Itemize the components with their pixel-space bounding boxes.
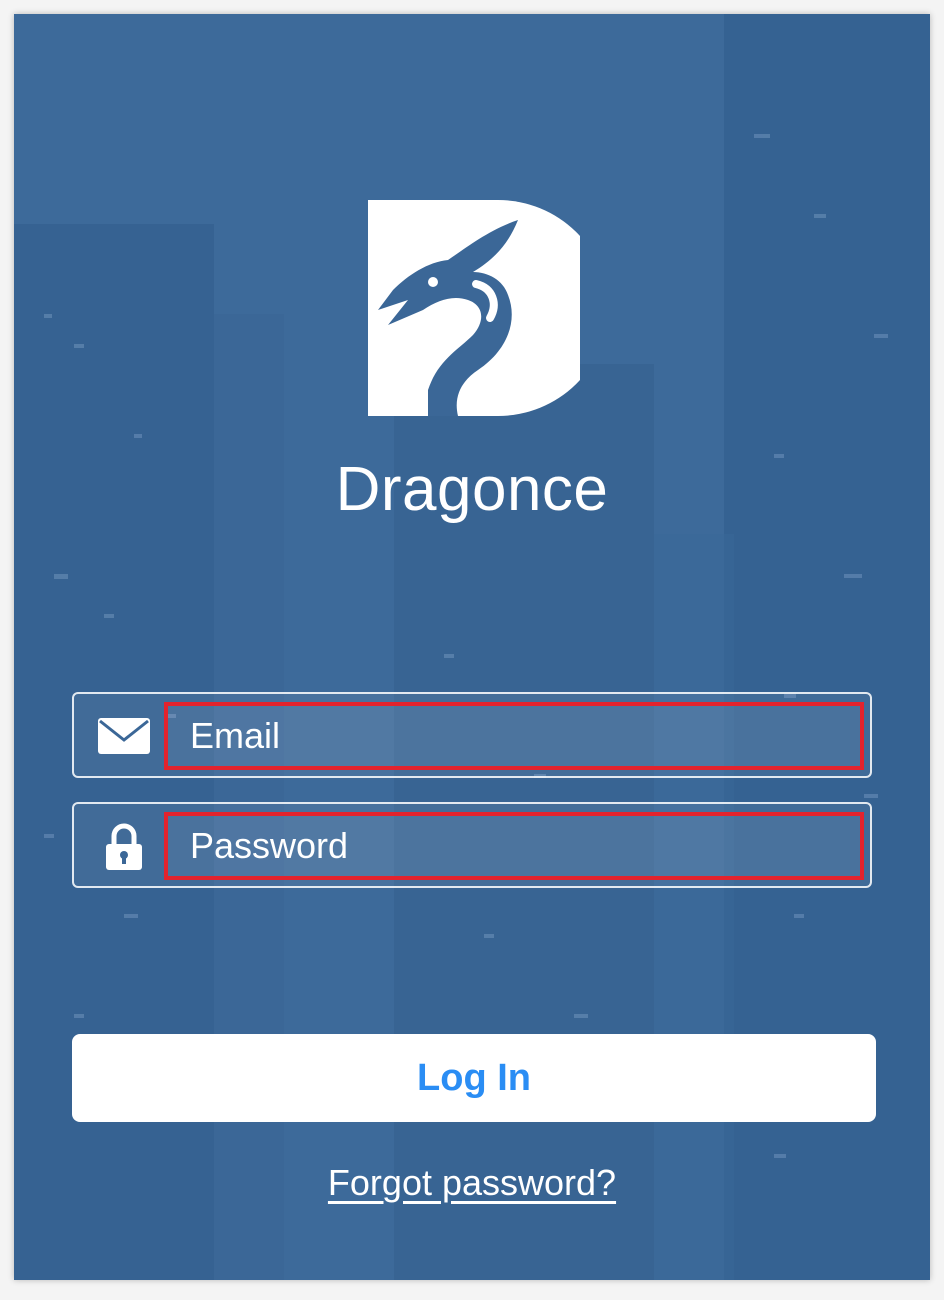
app-name: Dragonce	[335, 455, 609, 524]
password-input-highlight	[164, 812, 864, 880]
email-field	[72, 692, 872, 778]
password-field	[72, 802, 872, 888]
login-window: Dragonce Log In Forgot password?	[14, 14, 930, 1280]
forgot-password-link[interactable]: Forgot password?	[14, 1162, 930, 1204]
envelope-icon	[98, 718, 150, 754]
email-input-highlight	[164, 702, 864, 770]
lock-icon	[106, 823, 142, 870]
password-input[interactable]	[168, 816, 860, 876]
login-button[interactable]: Log In	[72, 1034, 876, 1122]
dragon-logo	[368, 200, 580, 416]
email-input[interactable]	[168, 706, 860, 766]
